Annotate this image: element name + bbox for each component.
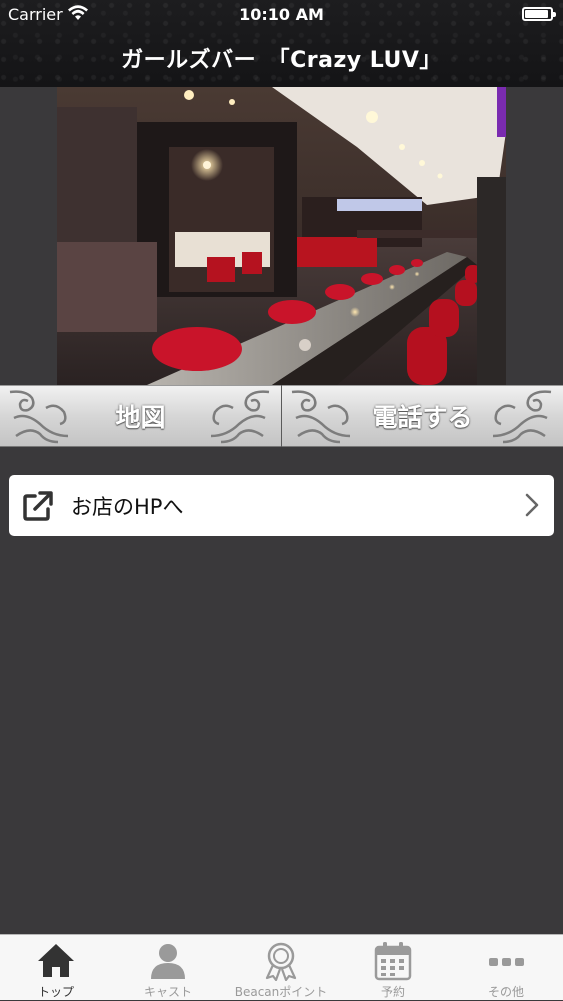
map-button-label: 地図 — [115, 403, 166, 432]
page-title: ガールズバー 「Crazy LUV」 — [121, 48, 442, 73]
homepage-link-label: お店のHPへ — [71, 494, 184, 519]
more-dots-icon — [489, 958, 524, 966]
external-link-icon — [23, 490, 53, 521]
award-ribbon-icon — [265, 942, 297, 981]
chevron-right-icon — [525, 493, 539, 517]
tab-bar: トップ キャスト Beacanポイント 予約 その他 — [0, 934, 563, 1000]
ornament-right-icon — [210, 390, 270, 444]
tab-cast[interactable]: キャスト — [112, 935, 224, 1001]
home-icon — [38, 944, 74, 977]
app-header: Carrier 10:10 AM ガールズバー 「Crazy LUV」 — [0, 0, 563, 87]
ornament-right-icon — [492, 390, 552, 444]
map-button[interactable]: 地図 — [0, 385, 281, 447]
ornament-left-icon — [291, 390, 351, 444]
person-icon — [151, 944, 185, 979]
store-photo — [57, 87, 506, 385]
ornament-left-icon — [9, 390, 69, 444]
tab-beacan-points[interactable]: Beacanポイント — [225, 935, 337, 1001]
tab-reservation[interactable]: 予約 — [337, 935, 449, 1001]
tab-top[interactable]: トップ — [0, 935, 112, 1001]
tab-label: 予約 — [380, 985, 405, 999]
tab-label: Beacanポイント — [234, 985, 328, 999]
action-buttons: 地図 電話する — [0, 385, 563, 447]
status-bar: Carrier 10:10 AM — [0, 0, 563, 30]
tab-label: その他 — [487, 985, 524, 999]
tab-label: キャスト — [143, 985, 192, 999]
tab-other[interactable]: その他 — [450, 935, 562, 1001]
battery-icon — [522, 7, 556, 21]
calendar-icon — [374, 942, 412, 981]
call-button-label: 電話する — [372, 403, 473, 432]
call-button[interactable]: 電話する — [282, 385, 563, 447]
homepage-link[interactable]: お店のHPへ — [9, 475, 554, 536]
tab-label: トップ — [37, 985, 74, 999]
clock: 10:10 AM — [239, 5, 324, 24]
